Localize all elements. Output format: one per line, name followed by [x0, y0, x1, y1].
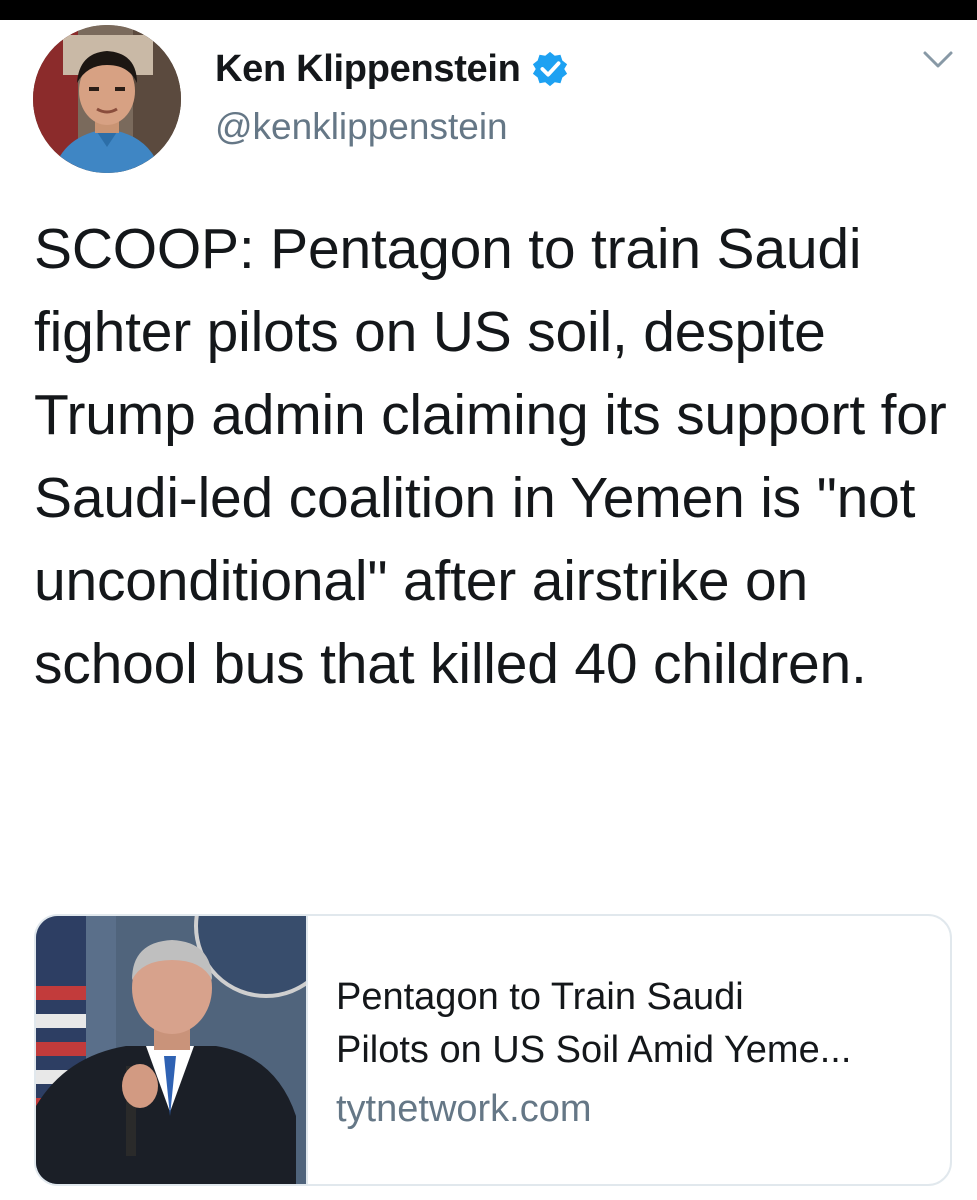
profile-photo-icon [33, 25, 181, 173]
tweet-text: SCOOP: Pentagon to train Saudi fighter p… [34, 217, 947, 696]
link-card-image [36, 916, 308, 1184]
link-card-title-line-2[interactable]: Pilots on US Soil Amid Yeme... [336, 1029, 851, 1071]
verified-badge-icon [532, 51, 567, 87]
author-display-name[interactable]: Ken Klippenstein [215, 48, 521, 91]
avatar[interactable] [33, 25, 181, 173]
link-card-domain: tytnetwork.com [336, 1088, 592, 1130]
author-handle[interactable]: @kenklippenstein [215, 106, 508, 148]
link-card-title-line-1[interactable]: Pentagon to Train Saudi [336, 976, 744, 1018]
chevron-down-icon[interactable] [921, 48, 955, 72]
link-card[interactable]: Pentagon to Train Saudi Pilots on US Soi… [34, 914, 952, 1186]
status-bar [0, 0, 977, 20]
press-briefing-photo-icon [36, 916, 306, 1184]
author-name-row[interactable]: Ken Klippenstein [215, 44, 569, 94]
link-card-title[interactable]: Pentagon to Train Saudi Pilots on US Soi… [336, 971, 936, 1077]
